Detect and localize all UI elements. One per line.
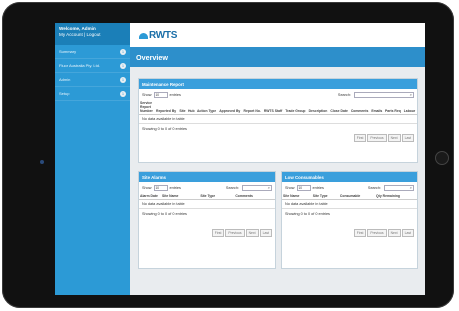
show-label: Show xyxy=(142,185,152,190)
camera-icon xyxy=(40,160,44,164)
column-header[interactable]: Hub xyxy=(187,100,196,115)
first-button[interactable]: First xyxy=(353,134,367,142)
main-content: RWTS Overview Maintenance Report Show 10… xyxy=(130,23,425,295)
pagination: First Previous Next Last xyxy=(139,229,275,238)
last-button[interactable]: Last xyxy=(401,134,414,142)
entries-select[interactable]: 10 xyxy=(153,91,168,98)
no-data-message: No data available in table xyxy=(139,200,275,209)
no-data-message: No data available in table xyxy=(282,200,417,209)
logo-bar: RWTS xyxy=(130,23,425,47)
column-header[interactable]: Comments xyxy=(350,100,371,115)
column-header[interactable]: Qty Remaining xyxy=(375,193,417,200)
column-header[interactable]: Reported By xyxy=(155,100,178,115)
sidebar-badge: 1 xyxy=(120,76,126,83)
low-consumables-panel: Low Consumables Show 10 entries Search: … xyxy=(281,171,418,269)
table-controls: Show 10 entries Search: ⌕ xyxy=(139,89,417,100)
page-title: Overview xyxy=(130,47,425,67)
previous-button[interactable]: Previous xyxy=(367,229,387,237)
column-header[interactable]: Emails xyxy=(370,100,384,115)
column-header[interactable]: Report No. xyxy=(243,100,263,115)
column-header[interactable]: Site xyxy=(178,100,187,115)
show-label: Show xyxy=(142,92,152,97)
showing-info: Showing 0 to 0 of 0 entries xyxy=(142,127,187,131)
show-label: Show xyxy=(285,185,295,190)
column-header[interactable]: Description xyxy=(308,100,330,115)
table-controls: Show 10 entries Search: ⌕ xyxy=(139,182,275,193)
column-header[interactable]: Labour xyxy=(403,100,417,115)
sidebar-badge: 1 xyxy=(120,48,126,55)
column-header[interactable]: Parts Req xyxy=(384,100,403,115)
pagination: First Previous Next Last xyxy=(282,229,417,238)
entries-label: entries xyxy=(169,185,181,190)
sidebar-item-admin[interactable]: Admin 1 xyxy=(55,73,130,87)
pagination: First Previous Next Last xyxy=(139,134,417,143)
home-button[interactable] xyxy=(435,151,449,165)
maintenance-report-panel: Maintenance Report Show 10 entries Searc… xyxy=(138,78,418,163)
sidebar-item-label: Fluor Australia Pty. Ltd. xyxy=(59,63,101,68)
search-label: Search: xyxy=(337,92,351,97)
panel-title: Maintenance Report xyxy=(139,79,417,89)
search-input[interactable]: ⌕ xyxy=(384,184,414,191)
column-header[interactable]: Consumable xyxy=(339,193,375,200)
table-controls: Show 10 entries Search: ⌕ xyxy=(282,182,417,193)
next-button[interactable]: Next xyxy=(245,229,259,237)
search-label: Search: xyxy=(367,185,381,190)
sidebar-item-summary[interactable]: Summary 1 xyxy=(55,45,130,59)
column-header[interactable]: Alarm Date xyxy=(139,193,161,200)
stage: Welcome, Admin My Account | Logout Summa… xyxy=(0,0,459,311)
column-header[interactable]: Comments xyxy=(234,193,275,200)
sidebar-item-label: Setup xyxy=(59,91,70,96)
last-button[interactable]: Last xyxy=(259,229,272,237)
column-header[interactable]: Service Report Number xyxy=(139,100,155,115)
panel-title: Low Consumables xyxy=(282,172,417,182)
search-icon: ⌕ xyxy=(267,184,270,190)
low-consumables-table: Site Name Site Type Consumable Qty Remai… xyxy=(282,193,417,200)
sidebar-badge: 1 xyxy=(120,90,126,97)
maintenance-table: Service Report Number Reported By Site H… xyxy=(139,100,417,115)
panel-title: Site Alarms xyxy=(139,172,275,182)
column-header[interactable]: Trade Group xyxy=(284,100,307,115)
screen: Welcome, Admin My Account | Logout Summa… xyxy=(55,23,425,295)
logo-icon xyxy=(139,33,148,39)
sidebar-item-fluor[interactable]: Fluor Australia Pty. Ltd. 1 xyxy=(55,59,130,73)
previous-button[interactable]: Previous xyxy=(225,229,245,237)
site-alarms-table: Alarm Date Site Name Site Type Comments xyxy=(139,193,275,200)
sidebar-badge: 1 xyxy=(120,62,126,69)
sidebar-item-label: Admin xyxy=(59,77,71,82)
entries-select[interactable]: 10 xyxy=(153,184,168,191)
showing-info: Showing 0 to 0 of 0 entries xyxy=(285,212,330,216)
account-links[interactable]: My Account | Logout xyxy=(59,32,126,38)
welcome-block: Welcome, Admin My Account | Logout xyxy=(55,23,130,45)
column-header[interactable]: RWTS Staff xyxy=(263,100,284,115)
column-header[interactable]: Action Type xyxy=(196,100,218,115)
search-label: Search: xyxy=(225,185,239,190)
no-data-message: No data available in table xyxy=(139,115,417,124)
search-input[interactable]: ⌕ xyxy=(354,91,414,98)
column-header[interactable]: Site Name xyxy=(161,193,199,200)
sidebar-item-setup[interactable]: Setup 1 xyxy=(55,87,130,101)
column-header[interactable]: Approved By xyxy=(218,100,242,115)
first-button[interactable]: First xyxy=(211,229,225,237)
column-header[interactable]: Site Type xyxy=(199,193,234,200)
showing-info: Showing 0 to 0 of 0 entries xyxy=(142,212,187,216)
sidebar-item-label: Summary xyxy=(59,49,77,54)
column-header[interactable]: Site Name xyxy=(282,193,312,200)
logo-text: RWTS xyxy=(149,29,178,41)
entries-select[interactable]: 10 xyxy=(296,184,311,191)
search-icon: ⌕ xyxy=(409,184,412,190)
search-input[interactable]: ⌕ xyxy=(242,184,272,191)
column-header[interactable]: Close Date xyxy=(329,100,350,115)
last-button[interactable]: Last xyxy=(401,229,414,237)
search-icon: ⌕ xyxy=(409,91,412,97)
previous-button[interactable]: Previous xyxy=(367,134,387,142)
sidebar: Welcome, Admin My Account | Logout Summa… xyxy=(55,23,130,295)
next-button[interactable]: Next xyxy=(387,229,401,237)
entries-label: entries xyxy=(169,92,181,97)
column-header[interactable]: Site Type xyxy=(312,193,339,200)
first-button[interactable]: First xyxy=(353,229,367,237)
site-alarms-panel: Site Alarms Show 10 entries Search: ⌕ Al… xyxy=(138,171,276,269)
next-button[interactable]: Next xyxy=(387,134,401,142)
entries-label: entries xyxy=(312,185,324,190)
